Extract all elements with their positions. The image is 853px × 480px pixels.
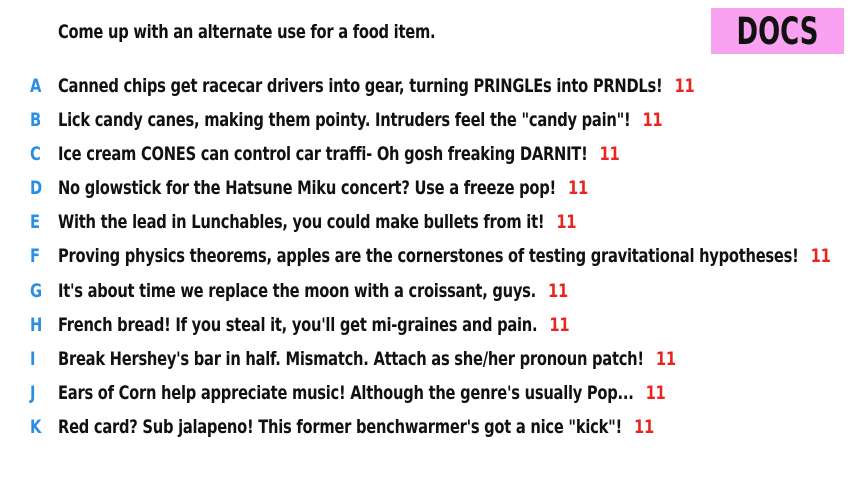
answer-row-e[interactable]: E With the lead in Lunchables, you could… [0, 208, 853, 238]
answer-letter: G [30, 280, 43, 302]
answer-text: French bread! If you steal it, you'll ge… [58, 314, 538, 336]
prompt-text: Come up with an alternate use for a food… [58, 21, 436, 43]
answer-score: 11 [633, 416, 654, 438]
answer-letter: A [30, 75, 42, 97]
answer-letter: D [30, 177, 43, 199]
answer-score: 11 [655, 348, 676, 370]
answer-row-a[interactable]: A Canned chips get racecar drivers into … [0, 72, 853, 102]
answer-row-b[interactable]: B Lick candy canes, making them pointy. … [0, 106, 853, 136]
answer-score: 11 [642, 109, 663, 131]
answer-score: 11 [599, 143, 620, 165]
answer-score: 11 [810, 245, 831, 267]
answer-text: Proving physics theorems, apples are the… [58, 245, 799, 267]
docs-badge: DOCS [711, 8, 844, 54]
answer-letter: B [30, 109, 42, 131]
answer-letter: K [30, 416, 42, 438]
answer-text: No glowstick for the Hatsune Miku concer… [58, 177, 556, 199]
answer-row-h[interactable]: H French bread! If you steal it, you'll … [0, 311, 853, 341]
answer-score: 11 [556, 211, 577, 233]
answer-row-f[interactable]: F Proving physics theorems, apples are t… [0, 242, 853, 272]
answer-letter: I [30, 348, 36, 370]
answer-text: Lick candy canes, making them pointy. In… [58, 109, 631, 131]
answer-score: 11 [549, 314, 570, 336]
answer-text: Canned chips get racecar drivers into ge… [58, 75, 663, 97]
answer-letter: C [30, 143, 41, 165]
docs-badge-label: DOCS [736, 9, 819, 53]
answer-row-k[interactable]: K Red card? Sub jalapeno! This former be… [0, 413, 853, 443]
answer-score: 11 [674, 75, 695, 97]
answer-row-c[interactable]: C Ice cream CONES can control car traffi… [0, 140, 853, 170]
answer-row-j[interactable]: J Ears of Corn help appreciate music! Al… [0, 379, 853, 409]
answer-letter: J [30, 382, 36, 404]
answer-row-d[interactable]: D No glowstick for the Hatsune Miku conc… [0, 174, 853, 204]
answer-text: Ears of Corn help appreciate music! Alth… [58, 382, 634, 404]
answer-row-g[interactable]: G It's about time we replace the moon wi… [0, 277, 853, 307]
answer-letter: E [30, 211, 41, 233]
answer-text: Break Hershey's bar in half. Mismatch. A… [58, 348, 644, 370]
answer-row-i[interactable]: I Break Hershey's bar in half. Mismatch.… [0, 345, 853, 375]
answer-letter: F [30, 245, 41, 267]
answer-letter: H [30, 314, 43, 336]
answer-text: Ice cream CONES can control car traffi- … [58, 143, 588, 165]
answer-text: It's about time we replace the moon with… [58, 280, 537, 302]
answer-text: With the lead in Lunchables, you could m… [58, 211, 545, 233]
answer-score: 11 [548, 280, 568, 302]
answer-score: 11 [568, 177, 588, 199]
answer-score: 11 [645, 382, 666, 404]
answer-text: Red card? Sub jalapeno! This former benc… [58, 416, 622, 438]
